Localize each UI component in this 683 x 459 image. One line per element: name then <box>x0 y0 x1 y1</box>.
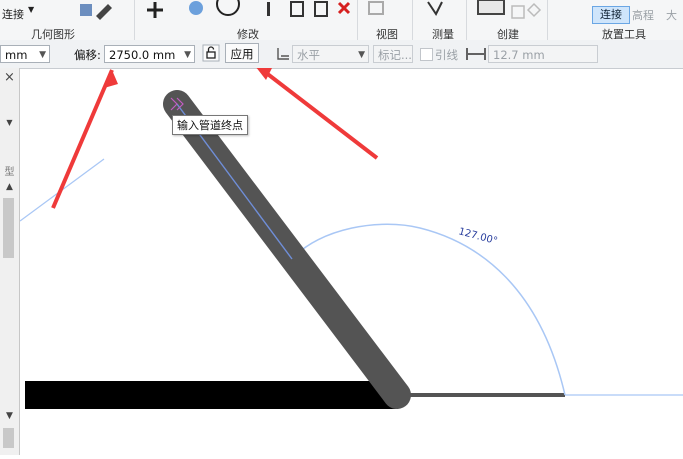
ribbon: 连接 ▼ 连接 高程 大 几何图形 修改 视图 测量 创建 放置工具 <box>0 0 683 41</box>
type-label: 型 <box>4 167 15 178</box>
move-arrows-icon[interactable] <box>142 0 168 20</box>
geometry-tools-icon[interactable] <box>80 0 120 22</box>
leader-length-value: 12.7 mm <box>493 48 545 62</box>
tab-more[interactable]: 大 <box>666 7 677 23</box>
measure-icon[interactable] <box>424 0 446 20</box>
unit-select[interactable]: mm ▼ <box>0 45 50 63</box>
create-icon[interactable] <box>474 0 544 22</box>
leader-length-icon <box>466 48 486 60</box>
scroll-down-icon[interactable]: ▼ <box>0 411 19 421</box>
leader-checkbox[interactable] <box>420 48 433 61</box>
annotation-arrow-2 <box>250 60 379 160</box>
offset-value: 2750.0 mm <box>109 48 176 62</box>
chevron-down-icon[interactable]: ▼ <box>0 118 19 127</box>
justify-select-value: 水平 <box>297 48 320 62</box>
chevron-down-icon: ▼ <box>39 50 46 60</box>
connect-dropdown[interactable]: 连接 <box>2 6 24 22</box>
offset-label: 偏移: <box>74 48 101 62</box>
lock-icon[interactable] <box>202 44 220 62</box>
justify-icon <box>277 48 289 60</box>
delete-icon[interactable] <box>337 1 351 15</box>
scrollbar-lower-thumb[interactable] <box>3 428 14 448</box>
drawing-area: 127.00° <box>19 60 683 409</box>
options-bar: mm ▼ 偏移: 2750.0 mm ▼ 应用 水平 ▼ 标记... 引线 12… <box>0 40 683 69</box>
tab-elevation[interactable]: 高程 <box>632 7 654 23</box>
leader-label: 引线 <box>435 48 458 62</box>
annotation-arrow-1 <box>51 69 114 209</box>
tab-connect[interactable]: 连接 <box>592 6 630 24</box>
drawing-canvas[interactable]: 127.00° <box>19 60 683 455</box>
scrollbar-thumb[interactable] <box>3 198 14 258</box>
view-icon[interactable] <box>365 0 389 18</box>
apply-button[interactable]: 应用 <box>225 43 259 63</box>
leader-length-input[interactable]: 12.7 mm <box>488 45 598 63</box>
unit-select-value: mm <box>5 48 28 62</box>
existing-pipe <box>25 381 398 409</box>
chevron-down-icon: ▼ <box>184 50 191 60</box>
chevron-down-icon: ▼ <box>358 50 365 60</box>
rotate-circle-icon[interactable] <box>184 0 244 22</box>
tag-button[interactable]: 标记... <box>373 45 413 63</box>
justify-select[interactable]: 水平 ▼ <box>292 45 369 63</box>
chevron-down-icon[interactable]: ▼ <box>28 5 34 14</box>
close-icon[interactable]: × <box>0 70 19 85</box>
properties-panel: × ▼ 型 ▲ ▼ <box>0 68 20 455</box>
scroll-up-icon[interactable]: ▲ <box>0 182 19 192</box>
offset-input[interactable]: 2750.0 mm ▼ <box>104 45 195 63</box>
annotation-arrowhead-2 <box>252 62 272 80</box>
tooltip: 输入管道终点 <box>172 115 248 135</box>
